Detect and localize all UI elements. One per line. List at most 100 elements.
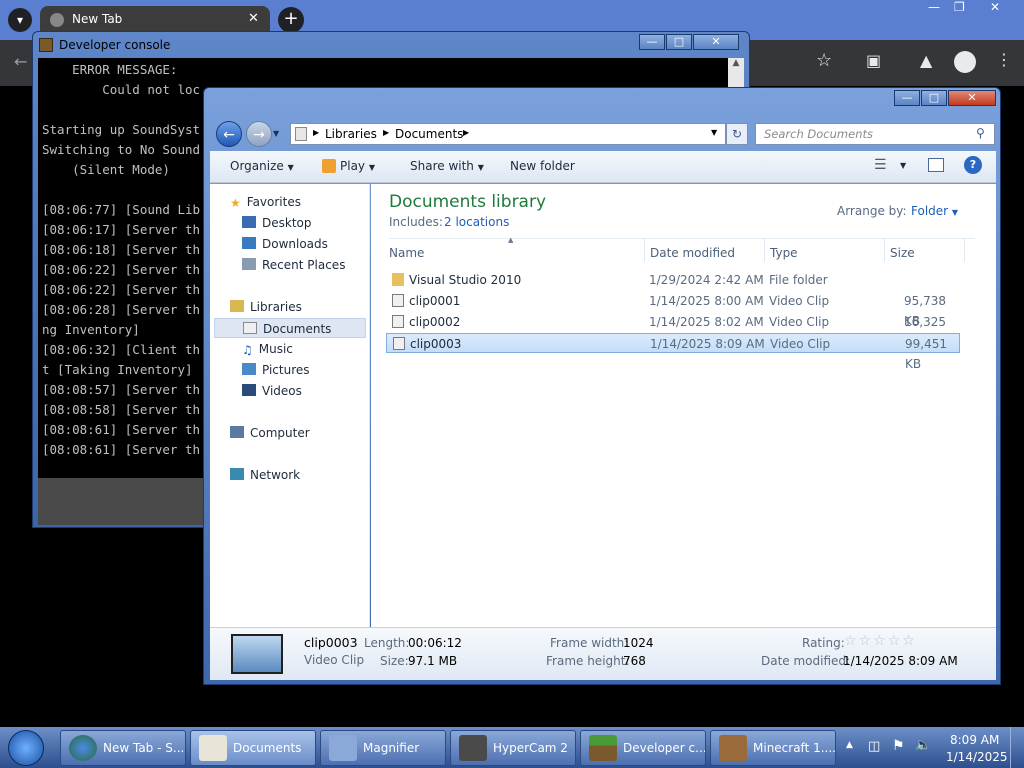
details-date-modified-label: Date modified:: [761, 654, 851, 668]
nav-pictures[interactable]: Pictures: [242, 360, 310, 380]
details-date-modified: 1/14/2025 8:09 AM: [843, 654, 958, 668]
scroll-up-arrow[interactable]: ▲: [728, 58, 744, 74]
tab-close-icon[interactable]: ✕: [248, 11, 259, 26]
nav-recent-places[interactable]: Recent Places: [242, 255, 345, 275]
flag-icon[interactable]: ⚑: [892, 738, 905, 754]
console-title: Developer console: [59, 38, 171, 52]
tab-search-button[interactable]: ▾: [8, 8, 32, 32]
recent-pages-icon[interactable]: ▼: [273, 129, 279, 138]
file-row[interactable]: Visual Studio 2010 1/29/2024 2:42 AM File …: [386, 270, 960, 290]
file-row[interactable]: clip0001 1/14/2025 8:00 AM Video Clip 95,73…: [386, 291, 960, 328]
taskbar-item-hypercam[interactable]: HyperCam 2: [450, 730, 576, 766]
taskbar-item-chrome[interactable]: New Tab - S...: [60, 730, 186, 766]
close-icon[interactable]: ✕: [990, 0, 1000, 14]
nav-desktop[interactable]: Desktop: [242, 213, 312, 233]
breadcrumb-sep-icon: ▶: [313, 128, 320, 137]
taskbar-item-minecraft[interactable]: Minecraft 1....: [710, 730, 836, 766]
file-date: 1/14/2025 8:02 AM: [649, 315, 764, 329]
bookmark-star-icon[interactable]: ☆: [816, 50, 832, 71]
show-hidden-icons[interactable]: ▲: [846, 740, 853, 750]
details-pane: clip0003 Video Clip Length: 00:06:12 Siz…: [210, 627, 996, 680]
includes-label: Includes:: [389, 215, 443, 229]
start-button[interactable]: [8, 730, 44, 766]
minimize-icon[interactable]: —: [928, 0, 940, 14]
organize-button[interactable]: Organize ▼: [230, 159, 294, 173]
command-bar: Organize ▼ Play ▼ Share with ▼ New folde…: [210, 151, 996, 183]
nav-downloads[interactable]: Downloads: [242, 234, 328, 254]
share-with-button[interactable]: Share with ▼: [410, 159, 484, 173]
grass-block-icon: [589, 735, 617, 761]
nav-favorites[interactable]: ★ Favorites: [230, 192, 301, 212]
preview-pane-icon[interactable]: [928, 158, 944, 172]
file-row[interactable]: clip0003 1/14/2025 8:09 AM Video Clip 99,45…: [386, 333, 960, 371]
help-icon[interactable]: ?: [964, 156, 982, 174]
includes-locations-link[interactable]: 2 locations: [444, 215, 509, 229]
clock-time[interactable]: 8:09 AM: [950, 733, 999, 747]
details-frame-height: 768: [623, 654, 646, 668]
maximize-icon[interactable]: ❐: [954, 0, 965, 14]
taskbar-item-developer-console[interactable]: Developer c...: [580, 730, 706, 766]
nav-computer[interactable]: Computer: [230, 423, 310, 443]
magnifier-icon: [329, 735, 357, 761]
file-name: clip0002: [409, 315, 461, 329]
downloads-icon: [242, 237, 256, 249]
address-bar[interactable]: ▶ Libraries ▶ Documents ▶ ▼: [290, 123, 726, 145]
tab-title: New Tab: [72, 12, 123, 26]
file-name: clip0001: [409, 294, 461, 308]
clock-date[interactable]: 1/14/2025: [946, 750, 1008, 764]
details-rating-label: Rating:: [802, 636, 845, 650]
computer-icon: [230, 426, 244, 438]
crafting-table-icon: [719, 735, 747, 761]
column-header-name[interactable]: Name: [389, 246, 424, 260]
forward-button[interactable]: →: [246, 121, 272, 147]
new-folder-button[interactable]: New folder: [510, 159, 575, 173]
column-header-size[interactable]: Size: [890, 246, 915, 260]
arrange-by-dropdown[interactable]: Folder ▼: [911, 204, 958, 218]
play-button[interactable]: Play ▼: [322, 159, 375, 173]
video-file-icon: [393, 337, 405, 350]
search-input[interactable]: Search Documents ⚲: [755, 123, 995, 145]
recent-places-icon: [242, 258, 256, 270]
nav-videos[interactable]: Videos: [242, 381, 302, 401]
console-maximize-button[interactable]: □: [666, 34, 692, 50]
console-close-button[interactable]: ✕: [693, 34, 739, 50]
refresh-button[interactable]: ↻: [726, 123, 748, 145]
browser-tab[interactable]: New Tab ✕: [40, 6, 270, 34]
breadcrumb-libraries[interactable]: Libraries: [325, 127, 377, 141]
browser-window-controls: — ❐ ✕: [920, 0, 1024, 16]
back-button[interactable]: ←: [216, 121, 242, 147]
video-thumbnail: [231, 634, 283, 674]
new-tab-button[interactable]: +: [278, 7, 304, 33]
taskbar-item-documents[interactable]: Documents: [190, 730, 316, 766]
console-minimize-button[interactable]: —: [639, 34, 665, 50]
nav-documents[interactable]: Documents: [214, 318, 366, 338]
file-row[interactable]: clip0002 1/14/2025 8:02 AM Video Clip 16,32…: [386, 312, 960, 349]
change-view-icon[interactable]: ☰: [874, 157, 887, 173]
show-desktop-button[interactable]: [1010, 727, 1024, 768]
taskbar-item-magnifier[interactable]: Magnifier: [320, 730, 446, 766]
address-folder-icon: [295, 127, 307, 141]
details-frame-width: 1024: [623, 636, 654, 650]
header-sep: [764, 238, 765, 262]
video-file-icon: [392, 315, 404, 328]
back-icon[interactable]: ←: [14, 52, 27, 71]
labs-icon[interactable]: ▲: [920, 51, 932, 70]
nav-music[interactable]: ♫ Music: [242, 339, 293, 359]
column-header-type[interactable]: Type: [770, 246, 798, 260]
rating-stars[interactable]: ☆☆☆☆☆: [844, 633, 917, 649]
address-dropdown-icon[interactable]: ▼: [711, 128, 717, 137]
file-type: Video Clip: [769, 294, 830, 308]
volume-muted-icon[interactable]: 🔈: [915, 738, 931, 753]
column-header-date[interactable]: Date modified: [650, 246, 735, 260]
music-icon: ♫: [242, 343, 253, 357]
view-dropdown-icon[interactable]: ▼: [900, 161, 906, 170]
breadcrumb-documents[interactable]: Documents: [395, 127, 463, 141]
action-center-icon[interactable]: ◫: [868, 739, 880, 754]
file-date: 1/14/2025 8:09 AM: [650, 337, 765, 351]
profile-avatar[interactable]: [954, 51, 976, 73]
nav-libraries[interactable]: Libraries: [230, 297, 302, 317]
extensions-icon[interactable]: ▣: [866, 51, 881, 70]
nav-network[interactable]: Network: [230, 465, 300, 485]
hypercam-icon: [459, 735, 487, 761]
menu-icon[interactable]: ⋮: [996, 50, 1012, 69]
